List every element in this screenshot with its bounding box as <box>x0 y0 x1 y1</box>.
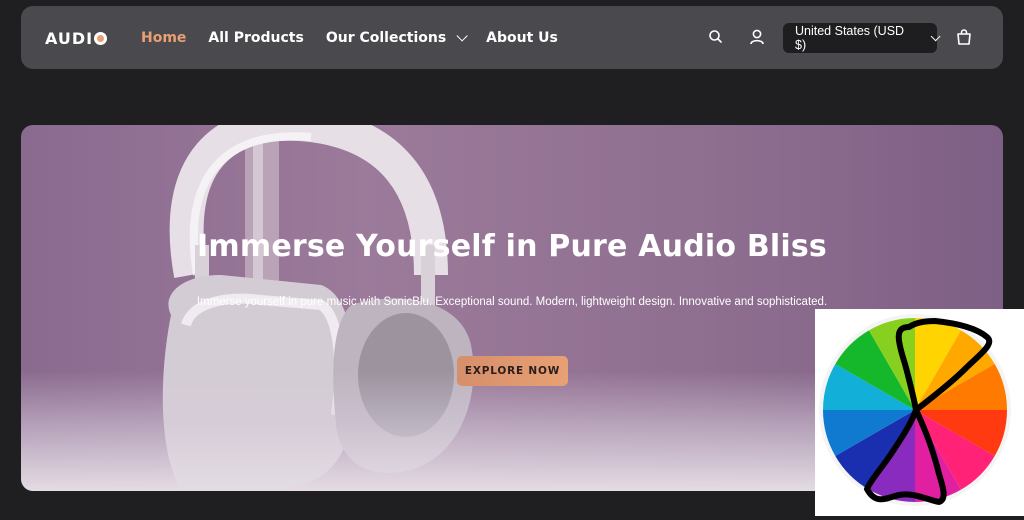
currency-selector[interactable]: United States (USD $) <box>783 23 941 53</box>
nav-home-label: Home <box>141 29 187 46</box>
cart-icon[interactable] <box>955 28 973 46</box>
nav-all-products-label: All Products <box>208 29 304 46</box>
main-nav: Home All Products Our Collections About … <box>141 6 580 69</box>
logo-text: AUDI <box>45 28 94 48</box>
search-icon[interactable] <box>707 28 725 46</box>
account-icon[interactable] <box>748 28 766 46</box>
chevron-down-icon <box>930 30 941 41</box>
hero-subtitle: Immerse yourself in pure music with Soni… <box>196 296 828 308</box>
nav-all-products[interactable]: All Products <box>208 30 303 46</box>
nav-our-collections-label: Our Collections <box>325 29 447 46</box>
hero-title: Immerse Yourself in Pure Audio Bliss <box>197 229 827 264</box>
nav-our-collections[interactable]: Our Collections <box>325 29 468 46</box>
chevron-down-icon <box>456 29 468 42</box>
nav-about-us[interactable]: About Us <box>486 30 558 46</box>
color-wheel-overlay <box>815 309 1024 516</box>
explore-now-button[interactable]: EXPLORE NOW <box>457 356 568 386</box>
nav-home[interactable]: Home <box>141 30 186 46</box>
currency-label: United States (USD $) <box>795 24 905 52</box>
logo[interactable]: AUDI <box>45 28 108 48</box>
site-header: AUDI Home All Products Our Collections A… <box>21 6 1003 69</box>
color-wheel-icon <box>819 314 1011 506</box>
logo-dot-icon <box>94 31 108 45</box>
nav-about-us-label: About Us <box>486 29 558 46</box>
